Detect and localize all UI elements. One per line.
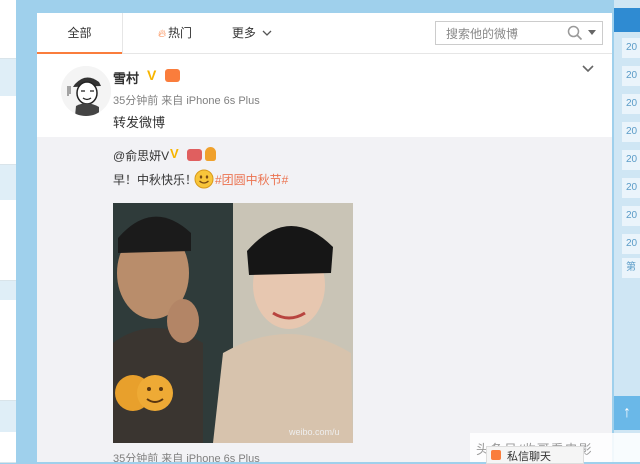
back-to-top-button[interactable]: ↑ <box>614 396 640 430</box>
tab-all[interactable]: 全部 <box>37 13 123 54</box>
left-panel-block <box>0 0 16 59</box>
tab-more[interactable]: 更多 <box>227 13 277 53</box>
search-dropdown-icon[interactable] <box>588 30 596 35</box>
search-icon[interactable] <box>566 24 584 42</box>
tab-all-label: 全部 <box>67 26 92 40</box>
search-box[interactable] <box>435 21 603 45</box>
member-badge-icon <box>165 69 180 82</box>
post-author[interactable]: 雪村 <box>113 68 139 87</box>
timeline-year-item[interactable]: 20 <box>622 206 640 226</box>
left-panel-block <box>0 96 16 165</box>
arrow-up-icon: ↑ <box>623 404 631 421</box>
chat-icon <box>491 450 501 460</box>
fire-icon: 🔥︎ <box>157 28 167 40</box>
weibo-post: 雪村 V 35分钟前 来自 iPhone 6s Plus 转发微博 @俞思妍V … <box>37 54 612 462</box>
feed-panel: 全部 🔥︎ 热门 更多 搜索他的微博 雪村 V 35分钟前 来自 iPhone … <box>37 13 612 462</box>
timeline-rail-header <box>614 8 640 32</box>
timeline-rail: 20 20 20 20 20 20 20 20 第 <box>614 0 640 462</box>
verified-badge: V <box>147 67 157 83</box>
avatar-sketch-icon <box>61 66 111 116</box>
timeline-year-item[interactable]: 20 <box>622 66 640 86</box>
tab-hot[interactable]: 🔥︎ 热门 <box>145 13 205 53</box>
chevron-down-icon <box>262 30 272 36</box>
post-text: 转发微博 <box>113 115 166 130</box>
repost-verified-badge: V <box>170 146 179 161</box>
photo-image <box>113 203 353 443</box>
tab-more-label: 更多 <box>231 26 256 40</box>
left-panel-block <box>0 432 16 463</box>
photo-watermark: weibo.com/u <box>289 427 340 437</box>
post-options-chevron-icon[interactable] <box>581 62 595 76</box>
timeline-more-item[interactable]: 第 <box>622 258 640 278</box>
left-sidebar <box>0 0 16 463</box>
timeline-year-item[interactable]: 20 <box>622 150 640 170</box>
smile-emoji-icon <box>194 169 214 189</box>
member-badge-icon <box>187 149 202 161</box>
left-panel-block <box>0 300 16 401</box>
left-panel-block <box>0 200 16 281</box>
hashtag-link[interactable]: #团圆中秋节# <box>215 171 288 188</box>
timeline-year-item[interactable]: 20 <box>622 178 640 198</box>
repost-text: 早！中秋快乐！ <box>113 173 198 187</box>
timeline-year-item[interactable]: 20 <box>622 94 640 114</box>
reposted-content: @俞思妍V V 早！中秋快乐！ #团圆中秋节# weibo.com/u 35分钟… <box>37 137 612 462</box>
timeline-year-item[interactable]: 20 <box>622 234 640 254</box>
repost-author[interactable]: @俞思妍V <box>113 147 169 164</box>
timeline-year-item[interactable]: 20 <box>622 38 640 58</box>
avatar[interactable] <box>61 66 111 116</box>
repost-meta[interactable]: 35分钟前 来自 iPhone 6s Plus <box>113 450 260 462</box>
private-message-button[interactable]: 私信聊天 <box>486 446 584 464</box>
medal-badge-icon <box>205 147 216 161</box>
tab-hot-label: 热门 <box>168 26 193 40</box>
post-photo[interactable]: weibo.com/u <box>113 203 353 443</box>
feed-tab-bar: 全部 🔥︎ 热门 更多 <box>37 13 612 54</box>
timeline-year-item[interactable]: 20 <box>622 122 640 142</box>
post-meta[interactable]: 35分钟前 来自 iPhone 6s Plus <box>113 92 260 108</box>
search-input[interactable] <box>444 25 568 43</box>
